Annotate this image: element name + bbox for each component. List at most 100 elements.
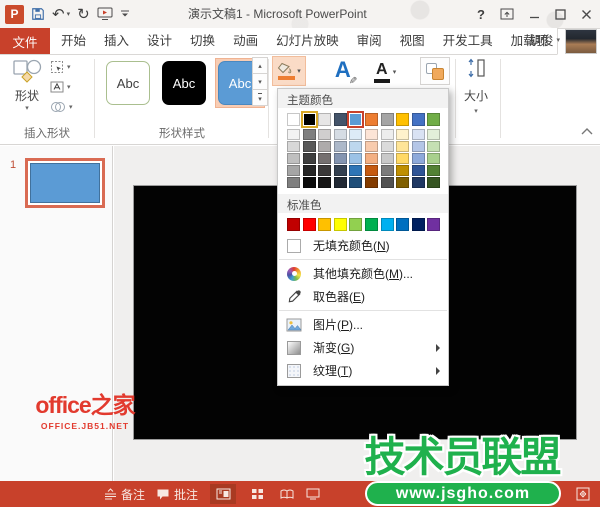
color-swatch[interactable] xyxy=(302,129,316,140)
color-swatch[interactable] xyxy=(411,141,425,152)
color-swatch[interactable] xyxy=(333,218,347,231)
color-swatch[interactable] xyxy=(333,141,347,152)
color-swatch[interactable] xyxy=(287,113,300,126)
color-swatch[interactable] xyxy=(396,129,410,140)
slideshow-view-button[interactable] xyxy=(300,484,326,504)
color-swatch[interactable] xyxy=(287,165,300,176)
color-swatch[interactable] xyxy=(411,165,425,176)
ribbon-display-options-button[interactable] xyxy=(500,8,514,20)
color-swatch[interactable] xyxy=(364,113,378,126)
color-swatch[interactable] xyxy=(287,177,300,188)
color-swatch[interactable] xyxy=(380,141,394,152)
user-account-menu[interactable]: 胡俊 ▾ xyxy=(528,28,560,54)
color-swatch[interactable] xyxy=(302,165,316,176)
styles-scroll-down-button[interactable]: ▾ xyxy=(252,73,268,90)
color-swatch[interactable] xyxy=(287,129,300,140)
color-swatch[interactable] xyxy=(411,177,425,188)
arrange-button[interactable] xyxy=(420,57,450,85)
color-swatch[interactable] xyxy=(411,218,425,231)
color-swatch[interactable] xyxy=(364,153,378,164)
color-swatch[interactable] xyxy=(287,141,300,152)
color-swatch[interactable] xyxy=(380,218,394,231)
color-swatch[interactable] xyxy=(380,129,394,140)
color-swatch[interactable] xyxy=(349,129,363,140)
shapes-gallery-button[interactable]: 形状 ▾ xyxy=(8,58,46,120)
no-fill-menu-item[interactable]: 无填充颜色(N) xyxy=(278,234,448,257)
reading-view-button[interactable] xyxy=(274,484,300,504)
color-swatch[interactable] xyxy=(427,165,441,176)
color-swatch[interactable] xyxy=(302,218,316,231)
color-swatch[interactable] xyxy=(333,165,347,176)
tab-home[interactable]: 开始 xyxy=(52,28,95,54)
color-swatch[interactable] xyxy=(396,141,410,152)
color-swatch[interactable] xyxy=(427,153,441,164)
save-button[interactable] xyxy=(31,7,45,21)
color-swatch[interactable] xyxy=(427,218,441,231)
close-button[interactable] xyxy=(581,9,592,20)
color-swatch[interactable] xyxy=(333,129,347,140)
more-fill-colors-menu-item[interactable]: 其他填充颜色(M)... xyxy=(278,262,448,285)
color-swatch[interactable] xyxy=(396,113,410,126)
text-fill-button[interactable]: A ▾ xyxy=(368,57,402,87)
color-swatch[interactable] xyxy=(318,153,332,164)
color-swatch[interactable] xyxy=(349,218,363,231)
tab-slideshow[interactable]: 幻灯片放映 xyxy=(267,28,348,54)
maximize-button[interactable] xyxy=(555,8,566,20)
color-swatch[interactable] xyxy=(302,153,316,164)
tab-transitions[interactable]: 切换 xyxy=(181,28,224,54)
color-swatch[interactable] xyxy=(318,129,332,140)
color-swatch[interactable] xyxy=(302,141,316,152)
tab-design[interactable]: 设计 xyxy=(138,28,181,54)
shape-style-option-2[interactable]: Abc xyxy=(159,58,209,108)
color-swatch[interactable] xyxy=(349,141,363,152)
texture-menu-item[interactable]: 纹理(T) xyxy=(278,359,448,382)
color-swatch[interactable] xyxy=(318,113,332,126)
color-swatch[interactable] xyxy=(380,177,394,188)
color-swatch[interactable] xyxy=(427,141,441,152)
user-avatar[interactable] xyxy=(565,29,597,54)
fit-slide-button[interactable] xyxy=(570,484,596,504)
color-swatch[interactable] xyxy=(349,113,363,126)
color-swatch[interactable] xyxy=(380,165,394,176)
text-effects-button[interactable]: A ✎ xyxy=(331,57,361,87)
shape-style-option-1[interactable]: Abc xyxy=(103,58,153,108)
notes-button[interactable]: 备注 xyxy=(104,481,145,507)
size-group-button[interactable]: 大小 ▾ xyxy=(456,57,496,115)
color-swatch[interactable] xyxy=(349,165,363,176)
color-swatch[interactable] xyxy=(411,113,425,126)
text-box-button[interactable]: ▾ xyxy=(50,79,73,95)
color-swatch[interactable] xyxy=(427,129,441,140)
color-swatch[interactable] xyxy=(287,218,300,231)
edit-shape-button[interactable]: ▾ xyxy=(50,59,73,75)
styles-more-button[interactable]: ▾ xyxy=(252,89,268,106)
color-swatch[interactable] xyxy=(318,177,332,188)
color-swatch[interactable] xyxy=(396,218,410,231)
redo-button[interactable]: ↻ xyxy=(77,7,90,22)
color-swatch[interactable] xyxy=(318,165,332,176)
color-swatch[interactable] xyxy=(396,165,410,176)
tab-review[interactable]: 审阅 xyxy=(348,28,391,54)
color-swatch[interactable] xyxy=(333,113,347,126)
color-swatch[interactable] xyxy=(349,177,363,188)
color-swatch[interactable] xyxy=(364,218,378,231)
picture-fill-menu-item[interactable]: 图片(P)... xyxy=(278,313,448,336)
tab-file[interactable]: 文件 xyxy=(0,28,50,54)
tab-view[interactable]: 视图 xyxy=(391,28,434,54)
color-swatch[interactable] xyxy=(318,218,332,231)
color-swatch[interactable] xyxy=(349,153,363,164)
minimize-button[interactable] xyxy=(529,9,540,20)
color-swatch[interactable] xyxy=(302,113,316,126)
color-swatch[interactable] xyxy=(396,153,410,164)
comments-button[interactable]: 批注 xyxy=(156,481,198,507)
slide-thumbnail-selected[interactable] xyxy=(25,158,105,208)
merge-shapes-button[interactable]: ▾ xyxy=(50,99,73,115)
gradient-menu-item[interactable]: 渐变(G) xyxy=(278,336,448,359)
shape-fill-button[interactable]: ▾ xyxy=(272,56,306,86)
color-swatch[interactable] xyxy=(411,153,425,164)
color-swatch[interactable] xyxy=(380,113,394,126)
color-swatch[interactable] xyxy=(364,165,378,176)
styles-scroll-up-button[interactable]: ▴ xyxy=(252,57,268,74)
start-slideshow-button[interactable] xyxy=(97,7,113,21)
color-swatch[interactable] xyxy=(333,177,347,188)
color-swatch[interactable] xyxy=(427,113,441,126)
